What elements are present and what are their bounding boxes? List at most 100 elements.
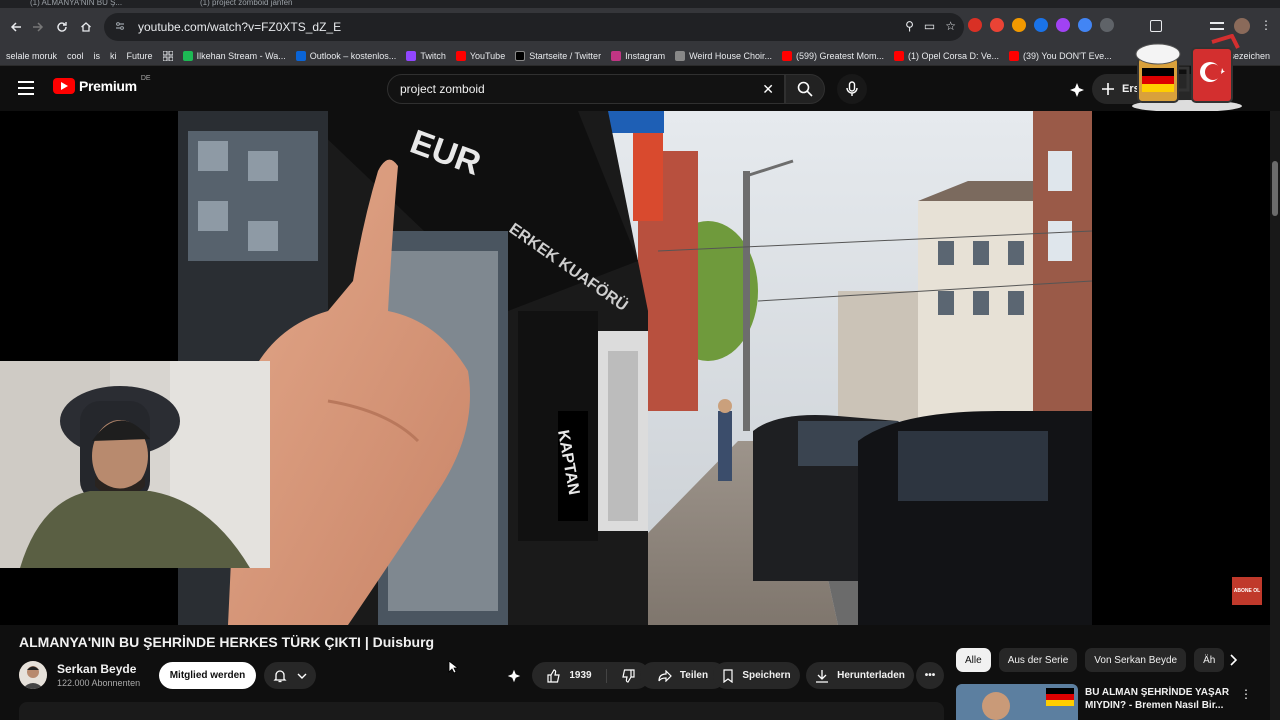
search-button[interactable]: [785, 74, 825, 104]
related-filter-chips: Alle Aus der Serie Von Serkan Beyde Äh: [956, 648, 1225, 672]
address-bar[interactable]: youtube.com/watch?v=FZ0XTS_dZ_E ⚲ ▭ ☆: [104, 13, 964, 41]
bookmark-item[interactable]: Outlook – kostenlos...: [295, 50, 397, 61]
page-scrollbar[interactable]: [1270, 111, 1280, 720]
search-icon: [797, 81, 813, 97]
more-actions-button[interactable]: •••: [916, 662, 944, 689]
bookmark-item[interactable]: Future: [127, 51, 153, 61]
puzzle-icon[interactable]: [1100, 18, 1114, 32]
tab-search-icon[interactable]: [1210, 22, 1224, 30]
browser-toolbar: youtube.com/watch?v=FZ0XTS_dZ_E ⚲ ▭ ☆ ⋮: [0, 8, 1280, 46]
menu-icon[interactable]: [18, 81, 34, 95]
dislike-button[interactable]: [615, 668, 635, 683]
video-frame[interactable]: EUR ERKEK KUAFÖRÜ KAPTAN: [178, 111, 1092, 625]
clear-search-icon[interactable]: ✕: [762, 81, 774, 98]
bookmark-label: Outlook – kostenlos...: [309, 50, 397, 61]
bookmark-icon: [723, 668, 733, 683]
apps-grid-icon[interactable]: [162, 50, 173, 61]
recommended-title[interactable]: BU ALMAN ŞEHRİNDE YAŞAR MIYDIN? - Bremen…: [1085, 686, 1245, 712]
save-button[interactable]: Speichern: [713, 662, 800, 689]
bookmark-label: YouTube: [469, 50, 506, 61]
bookmark-item[interactable]: (39) You DON'T Eve...: [1009, 50, 1112, 61]
chip-similar[interactable]: Äh: [1194, 648, 1225, 672]
reading-list-icon[interactable]: [1150, 20, 1162, 32]
cast-icon[interactable]: ▭: [924, 19, 935, 33]
youtube-logo[interactable]: Premium DE: [53, 75, 151, 94]
bookmark-label: cool: [67, 50, 84, 61]
channel-name[interactable]: Serkan Beyde: [57, 662, 136, 676]
subscriber-count: 122.000 Abonnenten: [57, 678, 141, 688]
bookmark-item[interactable]: is: [94, 51, 101, 61]
youtube-play-icon: [53, 78, 75, 94]
browser-tab[interactable]: (1) ALMANYA'NIN BU Ş...: [30, 0, 180, 8]
like-dislike-group: 1939: [532, 662, 650, 689]
site-info-icon[interactable]: [114, 20, 128, 34]
chip-from-channel[interactable]: Von Serkan Beyde: [1085, 648, 1187, 672]
chip-from-series[interactable]: Aus der Serie: [998, 648, 1078, 672]
search-input[interactable]: project zomboid ✕: [387, 74, 785, 104]
bookmark-item[interactable]: (599) Greatest Mom...: [781, 50, 884, 61]
bookmark-favicon-icon: [781, 50, 792, 61]
bookmarks-bar: selale moruk cool is ki Future Ilkehan S…: [0, 46, 1280, 66]
bookmark-item[interactable]: Instagram: [611, 50, 665, 61]
recommended-video[interactable]: BU ALMAN ŞEHRİNDE YAŞAR MIYDIN? - Bremen…: [956, 684, 1256, 720]
subscribe-sticker[interactable]: ABONE OL: [1232, 577, 1262, 605]
scrollbar-thumb[interactable]: [1272, 161, 1278, 216]
extension-icon[interactable]: [1078, 18, 1092, 32]
youtube-header: Premium DE project zomboid ✕ Erst: [0, 66, 1280, 111]
reload-icon[interactable]: [50, 15, 74, 39]
extension-icon[interactable]: [990, 18, 1004, 32]
more-vertical-icon[interactable]: ⋮: [1240, 687, 1252, 701]
sparkle-icon[interactable]: [1068, 82, 1086, 98]
bookmark-item[interactable]: ki: [110, 51, 117, 61]
bookmark-label: ki: [110, 50, 117, 61]
bookmark-item[interactable]: selale moruk: [6, 51, 57, 61]
like-count: 1939: [569, 670, 592, 681]
back-arrow-icon[interactable]: [4, 15, 28, 39]
bookmark-item[interactable]: (1) Opel Corsa D: Ve...: [894, 50, 1000, 61]
bookmark-label: Ilkehan Stream - Wa...: [196, 50, 286, 61]
streamer-webcam: [0, 361, 270, 568]
save-label: Speichern: [742, 670, 791, 681]
extension-icon[interactable]: [1012, 18, 1026, 32]
share-arrow-icon: [658, 669, 672, 682]
download-label: Herunterladen: [837, 670, 905, 681]
bookmark-label: Weird House Choir...: [689, 50, 772, 61]
bookmark-item[interactable]: Weird House Choir...: [675, 50, 772, 61]
bookmark-star-icon[interactable]: ☆: [945, 19, 956, 33]
video-title: ALMANYA'NIN BU ŞEHRİNDE HERKES TÜRK ÇIKT…: [19, 634, 435, 650]
thumbs-up-icon: [547, 668, 561, 683]
bookmark-label: (1) Opel Corsa D: Ve...: [908, 50, 1000, 61]
bookmark-item[interactable]: cool: [67, 51, 84, 61]
thumbs-down-icon: [621, 668, 635, 683]
bookmark-item[interactable]: Twitch: [406, 50, 446, 61]
bookmark-item[interactable]: Ilkehan Stream - Wa...: [182, 50, 286, 61]
channel-avatar[interactable]: [19, 661, 47, 689]
voice-search-button[interactable]: [837, 74, 867, 104]
extension-icon[interactable]: [1056, 18, 1070, 32]
share-label: Teilen: [679, 670, 709, 681]
sparkle-icon[interactable]: [506, 668, 522, 684]
channel-actions-row: Serkan Beyde 122.000 Abonnenten Mitglied…: [19, 660, 944, 692]
more-horizontal-icon: •••: [924, 670, 936, 681]
recommended-thumbnail[interactable]: [956, 684, 1078, 720]
description-box[interactable]: [19, 702, 944, 720]
chip-all[interactable]: Alle: [956, 648, 991, 672]
bookmark-favicon-icon: [406, 50, 417, 61]
zoom-icon[interactable]: ⚲: [905, 19, 914, 33]
video-player[interactable]: EUR ERKEK KUAFÖRÜ KAPTAN ABONE OL: [0, 111, 1280, 625]
bookmark-item[interactable]: Startseite / Twitter: [515, 50, 601, 61]
profile-avatar[interactable]: [1234, 18, 1250, 34]
notifications-button[interactable]: [264, 662, 316, 689]
browser-tab[interactable]: (1) project zomboid janfen: [200, 0, 350, 8]
chevron-right-icon[interactable]: [1224, 652, 1242, 668]
home-icon[interactable]: [74, 15, 98, 39]
extension-icon[interactable]: [1034, 18, 1048, 32]
forward-arrow-icon[interactable]: [26, 15, 50, 39]
download-button[interactable]: Herunterladen: [806, 662, 914, 689]
bookmark-item[interactable]: YouTube: [455, 50, 506, 61]
extension-icon[interactable]: [968, 18, 982, 32]
bookmark-favicon-icon: [611, 50, 622, 61]
browser-menu-icon[interactable]: ⋮: [1260, 18, 1272, 32]
join-membership-button[interactable]: Mitglied werden: [159, 662, 256, 689]
like-button[interactable]: 1939: [547, 668, 607, 683]
